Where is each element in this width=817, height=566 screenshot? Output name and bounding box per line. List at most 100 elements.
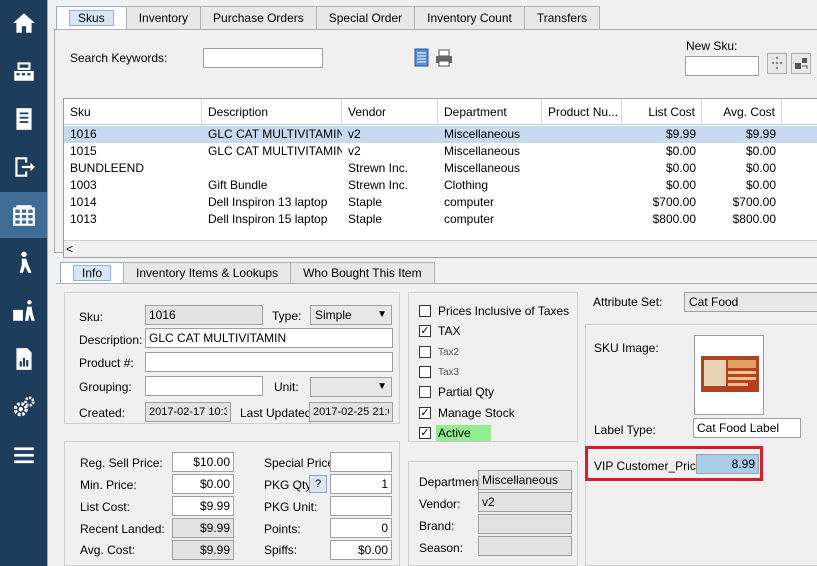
checkbox[interactable]: ✓ [419, 406, 431, 419]
checkbox[interactable] [419, 345, 431, 358]
notes-icon[interactable] [413, 48, 431, 68]
table-row[interactable]: 1014 Dell Inspiron 13 laptop Staple compute… [64, 194, 817, 211]
brand-label: Brand: [419, 519, 455, 533]
col-extra[interactable] [782, 99, 817, 125]
search-input[interactable] [203, 48, 323, 68]
spiffs-label: Spiffs: [264, 543, 298, 557]
cell-extra: $ [782, 177, 817, 194]
special-price-field[interactable] [330, 452, 392, 472]
sku-grid: Sku Description Vendor Department Produc… [63, 98, 817, 258]
label-type-field[interactable] [693, 418, 801, 438]
tab-skus[interactable]: Skus [56, 6, 127, 30]
tab-inventory-items-lookups[interactable]: Inventory Items & Lookups [123, 262, 292, 284]
sku-list-panel: Search Keywords: New Sku: Sku Descriptio… [54, 29, 817, 258]
home-icon[interactable] [0, 0, 47, 46]
type-value: Simple [315, 308, 352, 322]
col-department[interactable]: Department [438, 99, 542, 125]
cell-extra: $ [782, 126, 817, 143]
checkbox[interactable] [419, 386, 431, 399]
unit-label: Unit: [274, 380, 299, 394]
product-number-field[interactable] [145, 352, 393, 372]
register-icon[interactable] [0, 48, 47, 94]
checkbox[interactable]: ✓ [419, 325, 431, 338]
cell-list-cost: $9.99 [665, 127, 696, 141]
col-list-cost[interactable]: List Cost [622, 99, 702, 125]
season-field[interactable] [478, 536, 572, 556]
sku-field[interactable] [145, 305, 263, 325]
department-field[interactable] [478, 470, 572, 490]
created-field [145, 402, 231, 422]
vendor-field[interactable] [478, 492, 572, 512]
pkg-unit-field[interactable] [330, 496, 392, 516]
tab-info[interactable]: Info [60, 262, 125, 284]
delivery-icon[interactable] [0, 288, 47, 334]
menu-icon[interactable] [0, 432, 47, 478]
scroll-left-icon[interactable]: < [66, 241, 73, 257]
col-product-number[interactable]: Product Nu... [542, 99, 622, 125]
created-label: Created: [79, 406, 126, 420]
min-price-field[interactable] [172, 474, 234, 494]
cell-vendor: v2 [348, 144, 361, 158]
table-row[interactable]: 1015 GLC CAT MULTIVITAMIN v2 Miscellaneous $… [64, 143, 817, 160]
tab-who-bought[interactable]: Who Bought This Item [290, 262, 435, 284]
table-row[interactable]: 1003 Gift Bundle Strewn Inc. Clothing $0.00 $… [64, 177, 817, 194]
last-updated-label: Last Updated: [240, 406, 315, 420]
cell-list-cost: $700.00 [652, 195, 696, 209]
reg-sell-price-field[interactable] [172, 452, 234, 472]
table-row[interactable]: 1016 GLC CAT MULTIVITAMIN v2 Miscellaneous $… [64, 126, 817, 143]
cell-avg-cost: $9.99 [745, 127, 776, 141]
last-updated-field [309, 402, 393, 422]
col-sku[interactable]: Sku [64, 99, 202, 125]
printer-icon[interactable] [434, 48, 454, 68]
checkbox[interactable] [419, 365, 431, 378]
col-vendor[interactable]: Vendor [342, 99, 438, 125]
list-cost-field[interactable] [172, 496, 234, 516]
horizontal-scrollbar[interactable]: < [64, 240, 817, 257]
tab-label: Inventory [138, 11, 189, 25]
tab-purchase-orders[interactable]: Purchase Orders [200, 6, 317, 30]
cell-description: Dell Inspiron 13 laptop [208, 195, 328, 209]
tab-transfers[interactable]: Transfers [523, 6, 601, 30]
cell-list-cost: $0.00 [665, 161, 696, 175]
inventory-icon[interactable] [0, 192, 47, 238]
table-row[interactable]: 1013 Dell Inspiron 15 laptop Staple compute… [64, 211, 817, 228]
col-description[interactable]: Description [202, 99, 342, 125]
help-button[interactable]: ? [309, 475, 327, 493]
tab-inventory-count[interactable]: Inventory Count [414, 6, 525, 30]
cell-list-cost: $800.00 [652, 212, 696, 226]
unit-select[interactable]: ▼ [310, 377, 392, 397]
info-group: Sku: Type: Simple ▼ Description: Product… [64, 292, 400, 424]
checkbox[interactable]: ✓ [419, 426, 431, 439]
generate-sku-icon[interactable] [767, 53, 787, 74]
cell-product-number [542, 211, 622, 228]
exit-icon[interactable] [0, 144, 47, 190]
table-row[interactable]: BUNDLEEND Strewn Inc. Miscellaneous $0.00 $0… [64, 160, 817, 177]
cell-description: Dell Inspiron 15 laptop [208, 212, 328, 226]
points-field[interactable] [330, 518, 392, 538]
tab-inventory[interactable]: Inventory [125, 6, 202, 30]
new-sku-input[interactable] [685, 56, 759, 76]
receipt-icon[interactable] [0, 96, 47, 142]
spiffs-field[interactable] [330, 540, 392, 560]
special-price-label: Special Price: [264, 456, 338, 470]
cell-avg-cost: $0.00 [745, 144, 776, 158]
report-icon[interactable] [0, 336, 47, 382]
walker-icon[interactable] [0, 240, 47, 286]
tab-special-order[interactable]: Special Order [315, 6, 416, 30]
col-avg-cost[interactable]: Avg. Cost [702, 99, 782, 125]
type-select[interactable]: Simple ▼ [310, 305, 392, 325]
min-price-label: Min. Price: [80, 478, 137, 492]
attribute-set-select[interactable]: Cat Food [684, 292, 817, 312]
sku-image[interactable] [694, 335, 764, 415]
description-field[interactable] [145, 328, 393, 348]
checkbox[interactable] [419, 305, 431, 317]
barcode-icon[interactable] [791, 53, 811, 74]
pkg-qty-field[interactable] [330, 474, 392, 494]
cell-product-number [542, 143, 622, 160]
checkbox-label: Tax3 [438, 366, 460, 378]
grouping-field[interactable] [145, 376, 263, 396]
cell-department: computer [444, 195, 495, 209]
avg-cost-field [172, 540, 234, 560]
settings-icon[interactable] [0, 384, 47, 430]
brand-field[interactable] [478, 514, 572, 534]
